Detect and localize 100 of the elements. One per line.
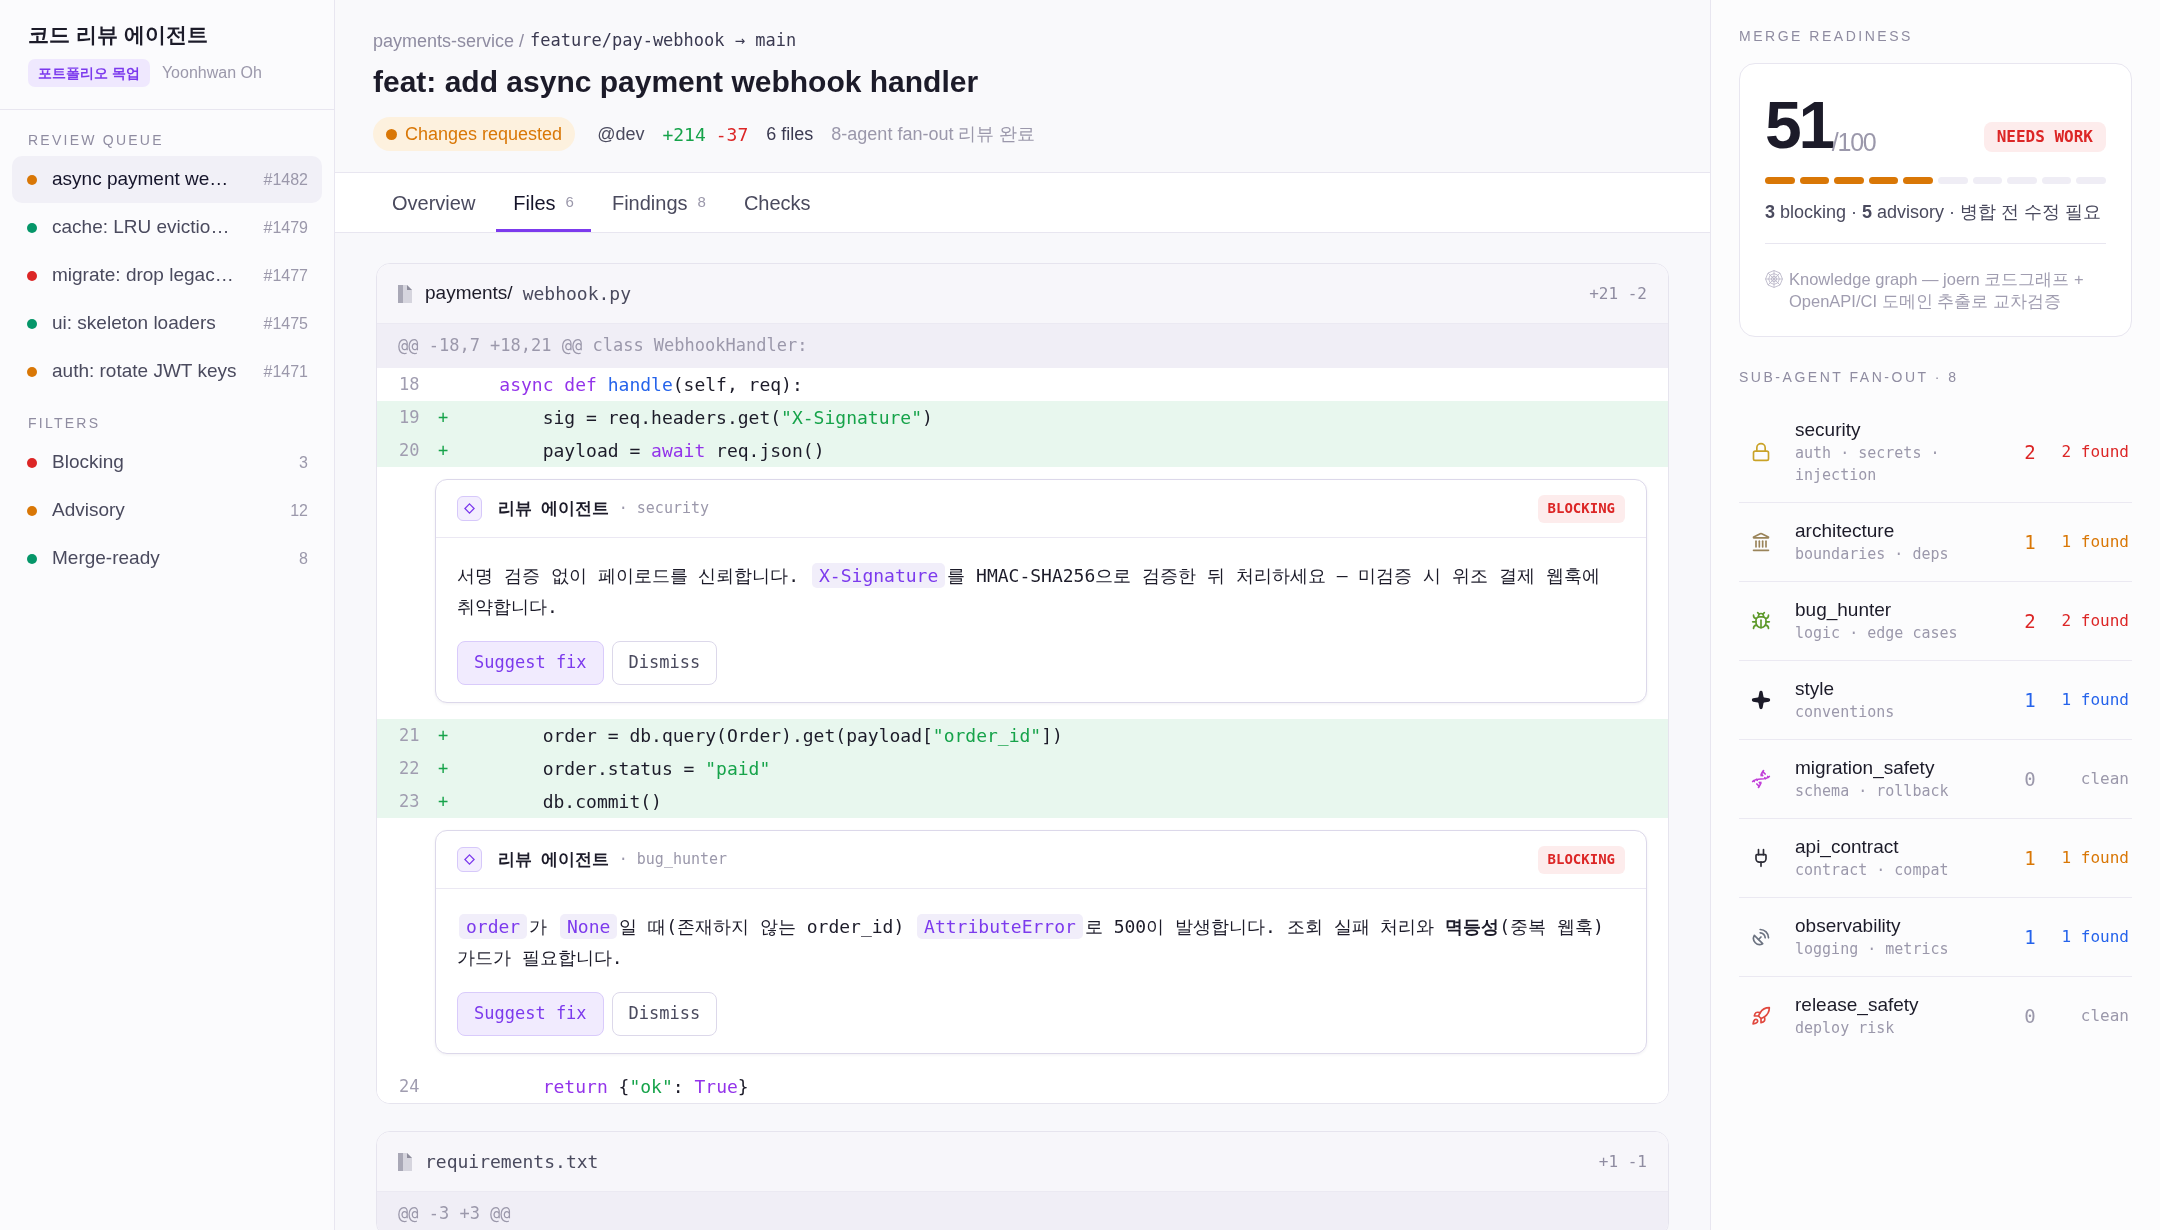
diff-marker: + bbox=[438, 789, 449, 813]
queue-item[interactable]: ui: skeleton loaders #1475 bbox=[12, 300, 322, 347]
agent-tags: contract · compat bbox=[1795, 859, 1949, 881]
line-number: 23 bbox=[399, 789, 420, 813]
finding-count: 2 bbox=[2024, 439, 2036, 465]
filter-item[interactable]: Merge-ready 8 bbox=[12, 535, 322, 582]
file-icon bbox=[398, 1152, 412, 1171]
agent-name: · bug_hunter bbox=[618, 849, 728, 871]
tab[interactable]: Files 6 bbox=[496, 173, 591, 232]
agent-name: style bbox=[1795, 677, 1835, 701]
action-button[interactable]: Dismiss bbox=[611, 641, 718, 685]
filter-item[interactable]: Advisory 12 bbox=[12, 487, 322, 534]
action-button[interactable]: Suggest fix bbox=[457, 992, 604, 1036]
status-label: Changes requested bbox=[405, 122, 563, 146]
file-name: requirements.txt bbox=[425, 1150, 599, 1174]
files-count: 6 files bbox=[766, 122, 814, 146]
queue-item[interactable]: cache: LRU evictio… #1479 bbox=[12, 204, 322, 251]
agent-name: migration_safety bbox=[1795, 756, 1935, 780]
finding-status: clean bbox=[2080, 768, 2129, 790]
tab[interactable]: Checks bbox=[726, 173, 828, 232]
code-line: async def handle(self, req): bbox=[498, 373, 803, 397]
tab[interactable]: Findings 8 bbox=[594, 173, 723, 232]
hunk-header: @@ -3 +3 @@ bbox=[377, 1192, 1668, 1230]
review-note: 8-agent fan-out 리뷰 완료 bbox=[831, 122, 1036, 146]
severity-badge: BLOCKING bbox=[1537, 494, 1625, 523]
code-line: sig = req.headers.get("X-Signature") bbox=[541, 406, 933, 430]
queue-item[interactable]: async payment we… #1482 bbox=[12, 156, 322, 203]
finding-message: order 가 None 일 때(존재하지 않는 order_id) AttributeError 로 500이 발생합니다. 조회 실패 처리와 멱등성(중복 웹훅) 가드가 필요합니다. bbox=[457, 913, 1605, 970]
agent-name: · security bbox=[618, 498, 710, 520]
finding-status: 2 found bbox=[2061, 441, 2129, 463]
status-badge: NEEDS WORK bbox=[1983, 122, 2106, 152]
reviewer-name: 리뷰 에이전트 bbox=[498, 497, 609, 520]
finding-message: 서명 검증 없이 페이로드를 신뢰합니다. X-Signature 를 HMAC-SHA256으로 검증한 뒤 처리하세요 — 미검증 시 위조 결제 웹훅에 취약합니다. bbox=[457, 562, 1601, 619]
file-name: webhook.py bbox=[522, 282, 632, 306]
branch-name: feature/pay-webhook → main bbox=[530, 29, 797, 53]
severity-badge: BLOCKING bbox=[1537, 845, 1625, 874]
finding-count: 1 bbox=[2024, 924, 2036, 950]
pr-author: @dev bbox=[597, 122, 645, 146]
code-line: return {"ok": True} bbox=[541, 1075, 749, 1099]
finding-status: 1 found bbox=[2061, 847, 2129, 869]
queue-item[interactable]: auth: rotate JWT keys #1471 bbox=[12, 348, 322, 395]
finding-count: 0 bbox=[2024, 1003, 2036, 1029]
finding-status: 1 found bbox=[2061, 689, 2129, 711]
knowledge-graph-note: Knowledge graph — joern 코드그래프 + OpenAPI/CI 도메인 추출로 교차검증 bbox=[1789, 269, 2085, 312]
score-max: /100 bbox=[1831, 129, 1876, 155]
folder-name: payments/ bbox=[425, 281, 513, 306]
line-number: 22 bbox=[399, 756, 420, 780]
spider-web-icon bbox=[1765, 270, 1783, 288]
diff-marker: + bbox=[438, 723, 449, 747]
action-button[interactable]: Suggest fix bbox=[457, 641, 604, 685]
agent-tags: deploy risk bbox=[1795, 1017, 1895, 1039]
deletions-count: -37 bbox=[715, 122, 749, 147]
reviewer-name: 리뷰 에이전트 bbox=[498, 848, 609, 871]
hunk-header: @@ -18,7 +18,21 @@ class WebhookHandler: bbox=[377, 324, 1668, 368]
diff-marker: + bbox=[438, 438, 449, 462]
line-number: 19 bbox=[399, 405, 420, 429]
finding-status: 2 found bbox=[2061, 610, 2129, 632]
file-icon bbox=[398, 284, 412, 303]
code-line: db.commit() bbox=[541, 790, 662, 814]
score-value: 51 bbox=[1765, 95, 1832, 155]
diff-marker: + bbox=[438, 756, 449, 780]
line-number: 24 bbox=[399, 1074, 420, 1098]
repo-path: payments-service / bbox=[373, 29, 525, 53]
diff-stats: +21 -2 bbox=[1589, 282, 1647, 305]
lock-icon bbox=[1751, 442, 1771, 462]
code-line: order = db.query(Order).get(payload["order_id"]) bbox=[541, 724, 1063, 748]
finding-count: 0 bbox=[2024, 766, 2036, 792]
building-icon bbox=[1751, 532, 1771, 552]
app-title: 코드 리뷰 에이전트 bbox=[28, 22, 208, 48]
action-button[interactable]: Dismiss bbox=[611, 992, 718, 1036]
line-number: 18 bbox=[399, 372, 420, 396]
finding-status: clean bbox=[2080, 1005, 2129, 1027]
bug-icon bbox=[1751, 611, 1771, 631]
additions-count: +214 bbox=[662, 122, 706, 147]
readiness-summary: 3 blocking · 5 advisory · 병합 전 수정 필요 bbox=[1765, 201, 2102, 224]
agent-tags: schema · rollback bbox=[1795, 780, 1949, 802]
agent-tags: logging · metrics bbox=[1795, 938, 1949, 960]
line-number: 21 bbox=[399, 723, 420, 747]
agent-name: release_safety bbox=[1795, 993, 1919, 1017]
finding-status: 1 found bbox=[2061, 926, 2129, 948]
agent-name: bug_hunter bbox=[1795, 598, 1892, 622]
pr-title: feat: add async payment webhook handler bbox=[373, 64, 979, 100]
diff-stats: +1 -1 bbox=[1598, 1150, 1647, 1173]
finding-count: 1 bbox=[2024, 687, 2036, 713]
agent-name: architecture bbox=[1795, 519, 1895, 543]
section-heading: MERGE READINESS bbox=[1739, 28, 1913, 44]
agent-tags: conventions bbox=[1795, 701, 1895, 723]
agent-tags: boundaries · deps bbox=[1795, 543, 1949, 565]
queue-item[interactable]: migrate: drop legac… #1477 bbox=[12, 252, 322, 299]
sparkle-icon bbox=[1751, 690, 1771, 710]
section-heading: SUB-AGENT FAN-OUT · 8 bbox=[1739, 369, 1959, 385]
finding-count: 2 bbox=[2024, 608, 2036, 634]
agent-name: observability bbox=[1795, 914, 1901, 938]
tab[interactable]: Overview bbox=[375, 173, 493, 232]
dna-icon bbox=[1751, 769, 1771, 789]
rocket-icon bbox=[1751, 1006, 1771, 1026]
code-line: payload = await req.json() bbox=[541, 439, 825, 463]
code-line: order.status = "paid" bbox=[541, 757, 771, 781]
agent-name: api_contract bbox=[1795, 835, 1899, 859]
filter-item[interactable]: Blocking 3 bbox=[12, 439, 322, 486]
